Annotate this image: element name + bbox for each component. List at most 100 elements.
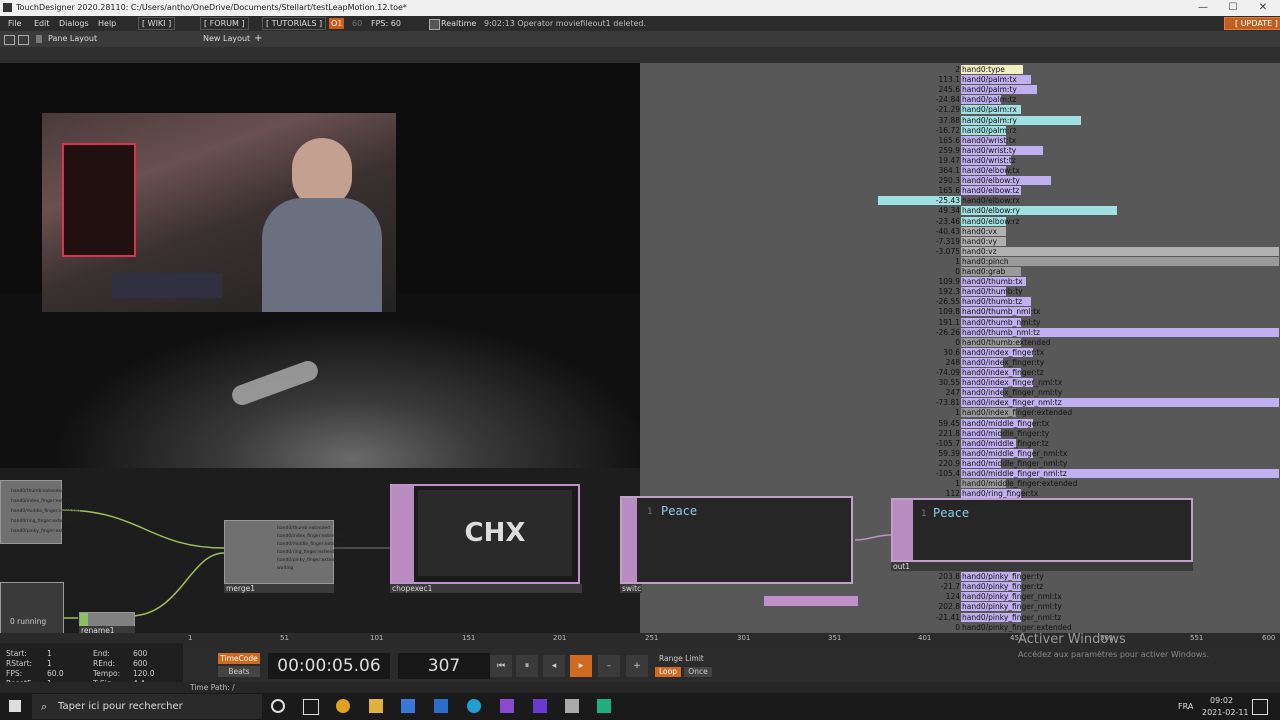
channel-row[interactable]: -74.09 hand0/index_finger:tz bbox=[640, 368, 1280, 378]
channel-row[interactable]: 245.6 hand0/palm:ty bbox=[640, 85, 1280, 95]
windows-start-icon[interactable] bbox=[9, 700, 21, 712]
channel-row[interactable]: 2 hand0:type bbox=[640, 65, 1280, 75]
add-layout-icon[interactable]: + bbox=[254, 31, 262, 47]
fps-cap-value[interactable]: 60 bbox=[352, 16, 362, 31]
channel-row[interactable]: 364.1 hand0/elbow:tx bbox=[640, 166, 1280, 176]
channel-row[interactable]: 113.1 hand0/palm:tx bbox=[640, 75, 1280, 85]
notifications-icon[interactable] bbox=[1252, 699, 1268, 715]
channel-row[interactable]: 202.8 hand0/pinky_finger_nml:ty bbox=[640, 602, 1280, 612]
language-indicator[interactable]: FRA bbox=[1178, 702, 1193, 711]
fps-value[interactable]: 60.0 bbox=[47, 669, 64, 678]
clock-date[interactable]: 2021-02-11 bbox=[1202, 708, 1249, 717]
channel-row[interactable]: 37.88 hand0/palm:ry bbox=[640, 115, 1280, 126]
channel-row[interactable]: 165.6 hand0/wrist:tx bbox=[640, 135, 1280, 146]
beats-toggle[interactable]: Beats bbox=[218, 666, 260, 677]
channel-row[interactable]: -73.81 hand0/index_finger_nml:tz bbox=[640, 398, 1280, 408]
pane-toggle-icon[interactable] bbox=[36, 35, 42, 43]
rewind-button[interactable]: ⏮ bbox=[490, 655, 512, 677]
channel-row[interactable]: 59.39 hand0/middle_finger_nml:tx bbox=[640, 448, 1280, 459]
realtime-checkbox[interactable] bbox=[429, 19, 440, 30]
minimize-button[interactable]: — bbox=[1188, 0, 1218, 16]
channel-row[interactable]: 109.8 hand0/thumb_nml:tx bbox=[640, 307, 1280, 317]
menu-dialogs[interactable]: Dialogs bbox=[59, 16, 89, 31]
channel-row[interactable]: 109.9 hand0/thumb:tx bbox=[640, 277, 1280, 287]
channel-row[interactable]: -21.29 hand0/palm:rx bbox=[640, 105, 1280, 115]
start-value[interactable]: 1 bbox=[47, 649, 52, 658]
channel-row[interactable]: 259.9 hand0/wrist:ty bbox=[640, 145, 1280, 156]
channel-row[interactable]: -23.46 hand0/elbow:rz bbox=[640, 216, 1280, 227]
channel-row[interactable]: 165.6 hand0/elbow:tz bbox=[640, 186, 1280, 196]
timecode-toggle[interactable]: TimeCode bbox=[218, 653, 260, 664]
file-explorer-icon[interactable] bbox=[369, 699, 383, 713]
new-layout-label[interactable]: New Layout bbox=[203, 31, 250, 47]
pane-icon[interactable] bbox=[4, 35, 15, 45]
tempo-value[interactable]: 120.0 bbox=[133, 669, 154, 678]
channel-row[interactable]: -105.4 hand0/middle_finger_nml:tz bbox=[640, 469, 1280, 479]
channel-row[interactable]: 192.3 hand0/thumb:ty bbox=[640, 287, 1280, 297]
update-button[interactable]: [ UPDATE ] bbox=[1224, 17, 1280, 30]
channel-row[interactable]: 30.6 hand0/index_finger:tx bbox=[640, 347, 1280, 358]
channel-row[interactable]: 0 hand0/thumb:extended bbox=[640, 337, 1280, 348]
channel-row[interactable]: -24.84 hand0/palm:tz bbox=[640, 95, 1280, 105]
maximize-button[interactable]: ☐ bbox=[1218, 0, 1248, 16]
channel-row[interactable]: -25.43 hand0/elbow:rx bbox=[640, 196, 1280, 206]
channel-row[interactable]: -21.41 hand0/pinky_finger_nml:tz bbox=[640, 612, 1280, 623]
channel-row[interactable]: -105.7 hand0/middle_finger:tz bbox=[640, 438, 1280, 449]
task-view-icon[interactable] bbox=[303, 699, 319, 715]
channel-row[interactable]: 1 hand0/middle_finger:extended bbox=[640, 479, 1280, 489]
app-icon-green[interactable] bbox=[597, 699, 611, 713]
chopexec-node[interactable]: CHX bbox=[390, 484, 580, 584]
select-chop-node[interactable]: hand0/thumb:extended hand0/index_finger:e… bbox=[0, 480, 80, 544]
tutorials-button[interactable]: [ TUTORIALS ] bbox=[262, 17, 327, 30]
forum-button[interactable]: [ FORUM ] bbox=[200, 17, 249, 30]
step-back-button[interactable]: ◂ bbox=[543, 655, 565, 677]
out-node[interactable]: 1 Peace bbox=[891, 498, 1193, 562]
channel-row[interactable]: -40.43 hand0:vx bbox=[640, 226, 1280, 237]
network-editor[interactable]: hand0/thumb:extended hand0/index_finger:e… bbox=[0, 468, 642, 635]
channel-row[interactable]: 1 hand0/index_finger:extended bbox=[640, 408, 1280, 418]
chrome-icon[interactable] bbox=[336, 699, 350, 713]
clock-time[interactable]: 09:02 bbox=[1210, 696, 1233, 705]
step-forward-button[interactable]: – bbox=[598, 655, 620, 677]
pane-layout-label[interactable]: Pane Layout bbox=[48, 31, 97, 47]
channel-row[interactable]: 19.47 hand0/wrist:tz bbox=[640, 155, 1280, 166]
taskbar-search[interactable]: ⌕ Taper ici pour rechercher bbox=[32, 694, 262, 719]
channel-row[interactable]: 248 hand0/index_finger:ty bbox=[640, 357, 1280, 368]
channel-row[interactable]: -16.72 hand0/palm:rz bbox=[640, 125, 1280, 136]
channel-row[interactable]: 30.55 hand0/index_finger_nml:tx bbox=[640, 378, 1280, 388]
viewer-pane[interactable] bbox=[0, 63, 640, 468]
once-toggle[interactable]: Once bbox=[684, 667, 712, 677]
channel-row[interactable]: 124 hand0/pinky_finger_nml:tx bbox=[640, 592, 1280, 602]
timecode-display[interactable]: 00:00:05.06 bbox=[268, 653, 390, 679]
edge-icon[interactable] bbox=[467, 699, 481, 713]
pause-button[interactable]: ⏸ bbox=[516, 655, 538, 677]
add-button[interactable]: + bbox=[626, 655, 648, 677]
teams-icon[interactable] bbox=[533, 699, 547, 713]
app-icon-purple[interactable] bbox=[500, 699, 514, 713]
channel-row[interactable]: 220.9 hand0/middle_finger_nml:ty bbox=[640, 458, 1280, 469]
channel-row[interactable]: 49.34 hand0/elbow:ry bbox=[640, 206, 1280, 216]
channel-row[interactable]: 290.3 hand0/elbow:ty bbox=[640, 176, 1280, 186]
menu-edit[interactable]: Edit bbox=[34, 16, 50, 31]
close-button[interactable]: ✕ bbox=[1248, 0, 1278, 16]
frame-display[interactable]: 307 bbox=[398, 653, 490, 679]
rstart-value[interactable]: 1 bbox=[47, 659, 52, 668]
channel-row[interactable]: -26.26 hand0/thumb_nml:tz bbox=[640, 327, 1280, 338]
fps-cap-on[interactable]: O1 bbox=[329, 18, 345, 29]
end-value[interactable]: 600 bbox=[133, 649, 147, 658]
running-node[interactable]: 0 running bbox=[0, 582, 64, 634]
touchdesigner-icon[interactable] bbox=[565, 699, 579, 713]
merge-node[interactable]: hand0/thumb:extended hand0/index_finger:e… bbox=[224, 520, 346, 584]
mail-icon[interactable] bbox=[434, 699, 448, 713]
switch-node[interactable]: 1 Peace bbox=[637, 496, 853, 584]
switch-inputs-strip[interactable] bbox=[764, 596, 858, 606]
channel-row[interactable]: 0 hand0:grab bbox=[640, 267, 1280, 277]
cortana-icon[interactable] bbox=[271, 699, 285, 713]
channel-row[interactable]: 247 hand0/index_finger_nml:ty bbox=[640, 388, 1280, 398]
play-button[interactable]: ▸ bbox=[570, 655, 592, 677]
channel-row[interactable]: 0 hand0/pinky_finger:extended bbox=[640, 623, 1280, 633]
pane-split-icon[interactable] bbox=[18, 35, 29, 45]
channel-row[interactable]: -3.075 hand0:vz bbox=[640, 246, 1280, 257]
wiki-button[interactable]: [ WIKI ] bbox=[138, 17, 176, 30]
loop-toggle[interactable]: Loop bbox=[655, 667, 681, 677]
